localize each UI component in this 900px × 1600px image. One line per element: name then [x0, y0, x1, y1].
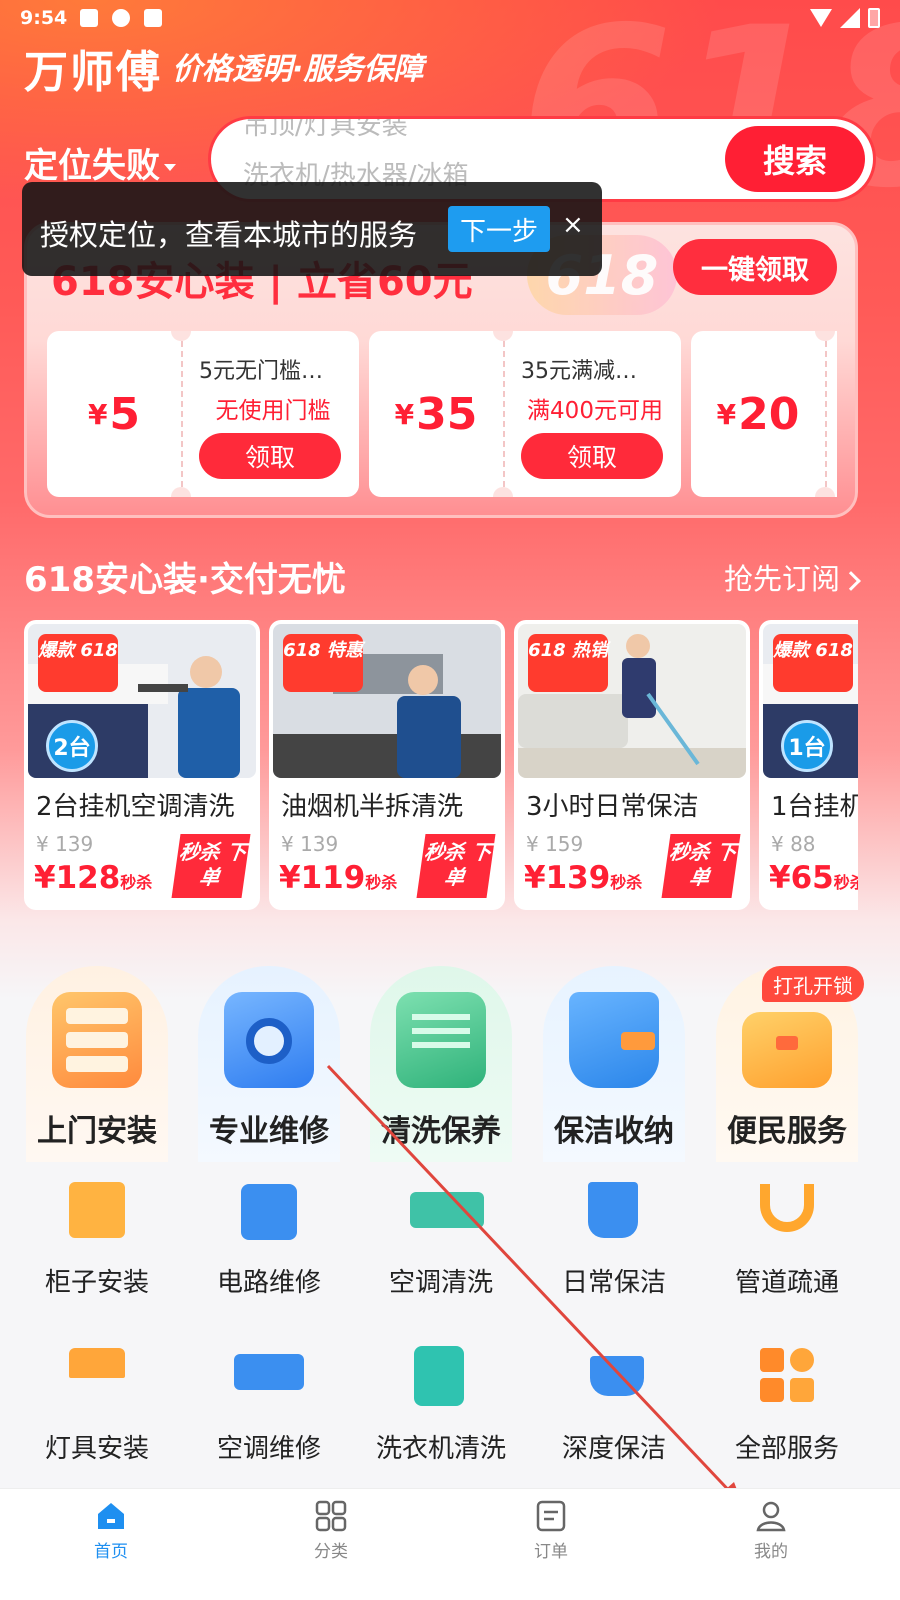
home-icon [94, 1499, 128, 1533]
category-icon [314, 1499, 348, 1533]
nav-profile-label: 我的 [754, 1542, 788, 1562]
nav-category-label: 分类 [314, 1542, 348, 1562]
nav-orders[interactable]: 订单 [491, 1499, 611, 1562]
nav-category[interactable]: 分类 [271, 1499, 391, 1562]
profile-icon [754, 1499, 788, 1533]
nav-home-label: 首页 [94, 1542, 128, 1562]
annotation-arrow [326, 1064, 744, 1508]
nav-orders-label: 订单 [534, 1542, 568, 1562]
nav-profile[interactable]: 我的 [711, 1499, 831, 1562]
order-icon [534, 1499, 568, 1533]
bottom-navigation: 首页 分类 订单 我的 [0, 1488, 900, 1600]
nav-home[interactable]: 首页 [51, 1499, 171, 1562]
